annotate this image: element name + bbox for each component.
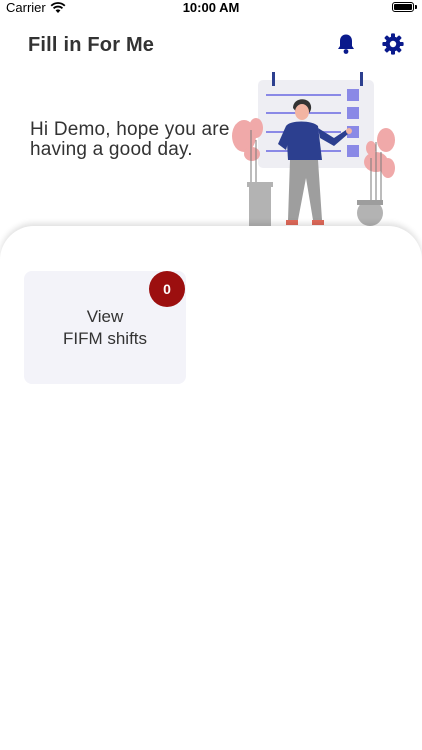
status-bar: Carrier 10:00 AM xyxy=(0,0,422,16)
notifications-button[interactable] xyxy=(333,33,359,59)
battery-icon xyxy=(392,2,417,12)
bell-icon xyxy=(336,33,356,60)
shift-count-badge: 0 xyxy=(149,271,185,307)
gear-icon xyxy=(381,32,405,61)
checklist-illustration xyxy=(226,70,406,230)
tile-label-line2: FIFM shifts xyxy=(62,328,148,348)
greeting-text: Hi Demo, hope you are having a good day. xyxy=(30,119,230,160)
page-title: Fill in For Me xyxy=(28,34,155,56)
settings-button[interactable] xyxy=(380,32,406,61)
tile-label-line1: View xyxy=(86,306,124,326)
clock: 10:00 AM xyxy=(182,0,240,15)
